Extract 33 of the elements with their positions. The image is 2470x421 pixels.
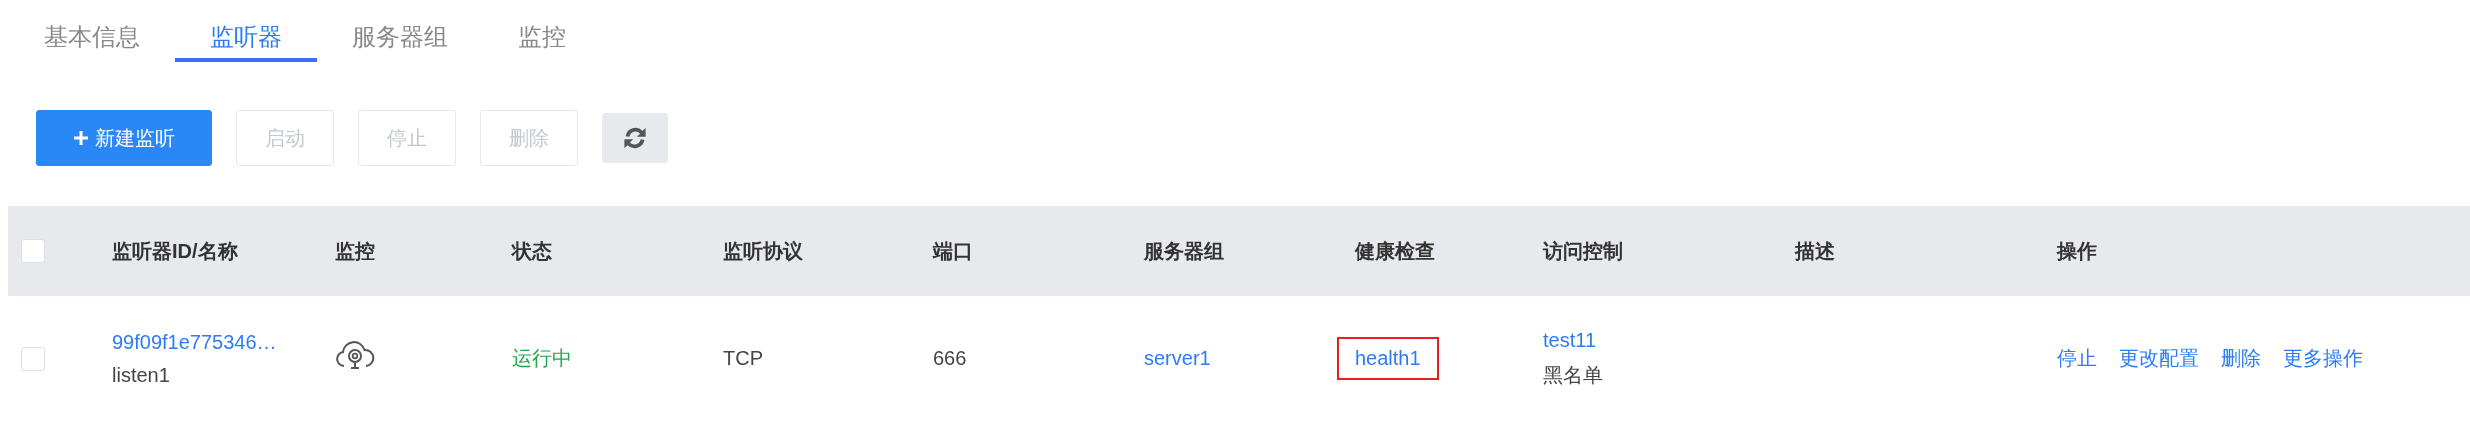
tab[interactable]: 监控 (483, 10, 601, 62)
status-text: 运行中 (512, 347, 572, 369)
column-header: 描述 (1795, 239, 1835, 262)
column-header: 监听器ID/名称 (112, 239, 238, 262)
protocol-text: TCP (723, 347, 763, 369)
tab[interactable]: 服务器组 (317, 10, 483, 62)
column-header: 端口 (933, 239, 973, 262)
column-header: 操作 (2057, 239, 2097, 262)
listener-id-link[interactable]: 99f09f1e775346… (112, 330, 277, 354)
action-link[interactable]: 更多操作 (2283, 345, 2363, 372)
tab[interactable]: 监听器 (175, 10, 317, 62)
column-header: 监听协议 (723, 239, 803, 262)
column-header: 访问控制 (1543, 239, 1623, 262)
access-type-text: 黑名单 (1543, 362, 1603, 388)
server-group-link[interactable]: server1 (1144, 347, 1211, 369)
health-check-link[interactable]: health1 (1337, 337, 1439, 380)
plus-icon (73, 130, 89, 146)
column-header: 服务器组 (1144, 239, 1224, 262)
column-header: 健康检查 (1355, 239, 1435, 262)
column-header: 状态 (512, 239, 552, 262)
new-listener-button[interactable]: 新建监听 (36, 110, 212, 166)
action-link[interactable]: 停止 (2057, 345, 2097, 372)
refresh-button[interactable] (602, 113, 668, 163)
listener-name: listen1 (112, 363, 170, 387)
checkbox[interactable] (21, 239, 45, 263)
port-text: 666 (933, 347, 967, 369)
access-control-link[interactable]: test11 (1543, 328, 1596, 352)
column-header: 监控 (335, 239, 375, 262)
tab[interactable]: 基本信息 (9, 10, 175, 62)
cloud-camera-icon[interactable] (335, 341, 375, 371)
action-link[interactable]: 删除 (2221, 345, 2261, 372)
action-link[interactable]: 更改配置 (2119, 345, 2199, 372)
checkbox[interactable] (21, 346, 45, 371)
